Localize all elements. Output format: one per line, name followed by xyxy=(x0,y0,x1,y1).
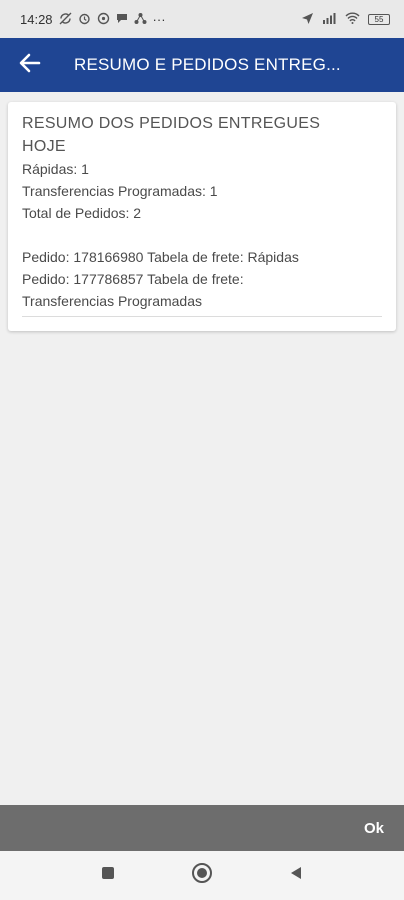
wifi-icon xyxy=(345,12,360,26)
battery-icon: 55 xyxy=(368,13,390,25)
location-icon xyxy=(301,12,314,27)
system-nav-bar xyxy=(0,851,404,900)
whatsapp-icon xyxy=(97,12,110,27)
card-title-line-2: HOJE xyxy=(22,138,66,155)
page-title: RESUMO E PEDIDOS ENTREG... xyxy=(74,55,341,74)
circle-icon xyxy=(191,862,213,889)
card-title-line-1: RESUMO DOS PEDIDOS ENTREGUES xyxy=(22,115,321,132)
status-right: 55 xyxy=(301,12,390,27)
triangle-left-icon xyxy=(288,865,304,886)
recents-button[interactable] xyxy=(96,864,120,888)
status-left: 14:28 ··· xyxy=(20,12,166,27)
summary-card: RESUMO DOS PEDIDOS ENTREGUES HOJE Rápida… xyxy=(8,102,396,331)
summary-total: Total de Pedidos: 2 xyxy=(22,205,142,221)
order-line-2: Pedido: 177786857 Tabela de frete: xyxy=(22,271,244,287)
status-time: 14:28 xyxy=(20,11,53,27)
divider xyxy=(22,316,382,317)
status-bar: 14:28 ··· 55 xyxy=(0,0,404,38)
more-notifications-icon: ··· xyxy=(152,11,166,27)
summary-transferencias: Transferencias Programadas: 1 xyxy=(22,183,218,199)
order-line-3: Transferencias Programadas xyxy=(22,293,203,309)
arrow-left-icon xyxy=(18,51,42,80)
summary-rapidas: Rápidas: 1 xyxy=(22,161,89,177)
square-icon xyxy=(100,865,116,886)
ok-button[interactable]: Ok xyxy=(344,820,404,837)
signal-icon xyxy=(322,12,337,26)
order-line-1: Pedido: 178166980 Tabela de frete: Rápid… xyxy=(22,249,299,265)
bottom-action-bar: Ok xyxy=(0,805,404,851)
alarm-icon xyxy=(78,12,91,27)
share-icon xyxy=(134,12,147,27)
chat-icon xyxy=(116,12,128,26)
back-nav-button[interactable] xyxy=(284,864,308,888)
home-button[interactable] xyxy=(190,862,214,889)
app-bar: RESUMO E PEDIDOS ENTREG... xyxy=(0,38,404,92)
back-button[interactable] xyxy=(0,38,60,92)
sync-off-icon xyxy=(59,12,72,27)
